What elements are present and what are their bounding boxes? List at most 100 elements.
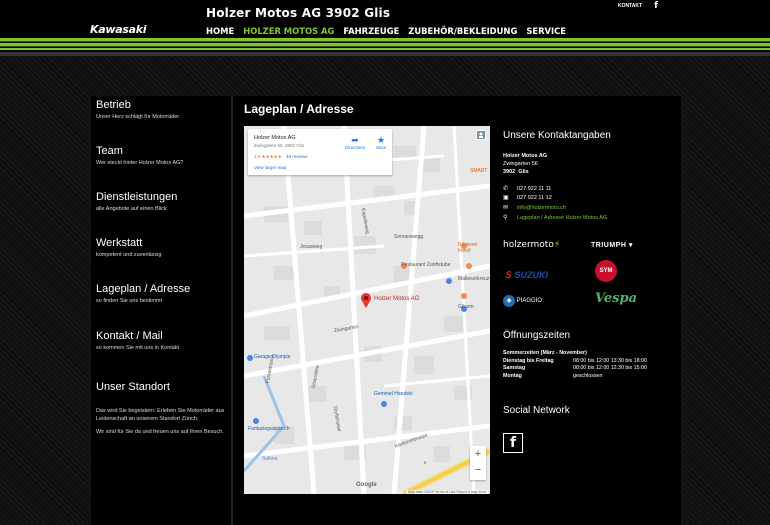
save-label: Save — [375, 145, 387, 150]
brand-suzuki[interactable]: Ｓ SUZUKI — [503, 268, 548, 281]
green-stripes — [0, 38, 770, 52]
hours-row: Montag geschlossen — [503, 373, 647, 381]
save-button[interactable]: ★ Save — [372, 135, 390, 150]
hours-time: geschlossen — [573, 372, 603, 379]
brand-holzermoto[interactable]: holzermoto⚡ — [503, 240, 560, 250]
sidebar-item-betrieb[interactable]: Betrieb Unser Herz schlägt für Motorräde… — [96, 99, 179, 120]
google-map[interactable]: 9 Holzer Motos AG Restaurant Zunftstube … — [244, 126, 490, 494]
sidebar-item-title: Team — [96, 145, 123, 157]
nav-home[interactable]: HOME — [206, 26, 234, 36]
map-label-fantasie: Fantasiegalasie.ch — [248, 426, 290, 432]
sidebar-item-title: Lageplan / Adresse — [96, 283, 191, 295]
email-row: ✉ info@holzermoto.ch — [503, 204, 566, 212]
sidebar-item-sub: Unser Herz schlägt für Motorräder — [96, 114, 180, 120]
top-contact-link[interactable]: KONTAKT — [618, 3, 642, 9]
hours-time: 08:00 bis 12:00 12:30 bis 15:00 — [573, 365, 647, 371]
map-reviews-link[interactable]: 45 reviews — [286, 154, 308, 159]
map-link-row: ⚲ Lageplan / Adresse Holzer Motos AG — [503, 214, 607, 222]
contact-heading: Unsere Kontaktangaben — [503, 130, 611, 141]
hours-time: 08:00 bis 12:00 13:30 bis 18:00 — [573, 357, 647, 364]
person-icon — [477, 131, 485, 139]
map-label-street: Sonnenwegg — [394, 234, 424, 240]
hours-day: Dienstag bis Freitag — [503, 357, 554, 364]
sidebar-item-sub: so kommen Sie mit uns in Kontakt — [96, 345, 180, 351]
company-address: Holzer Motos AG Zwingarten 56 3902 Glis — [503, 152, 547, 176]
brand-triumph[interactable]: TRIUMPH ▾ — [591, 241, 633, 249]
mail-icon: ✉ — [503, 205, 509, 211]
sidebar-item-sub: so finden Sie uns bestimmt — [96, 298, 163, 304]
brand-vespa[interactable]: Vespa — [595, 291, 637, 306]
hours-day: Samstag — [503, 365, 526, 371]
hours-day: Montag — [503, 372, 522, 379]
map-link[interactable]: Lageplan / Adresse Holzer Motos AG — [517, 215, 607, 221]
brand-piaggio[interactable]: ◆ PIAGGIO — [503, 295, 542, 307]
fullscreen-button[interactable] — [476, 130, 486, 140]
lightning-icon: ⚡ — [553, 240, 561, 250]
map-label-malteserkreuz: Malteserkreuz — [458, 276, 490, 282]
opening-hours: Sommerzeiten (März - November) Dienstag … — [503, 350, 647, 380]
map-place-card: Holzer Motos AG Zwingarten 56, 3902 Glis… — [248, 129, 392, 175]
content-panel: Betrieb Unser Herz schlägt für Motorräde… — [91, 96, 681, 525]
view-larger-map-link[interactable]: View larger map — [254, 165, 286, 170]
fax-number: 027 922 11 12 — [517, 194, 552, 201]
header-gray-bar — [0, 52, 770, 56]
sidebar-item-sub: kompetent und zuverlässig — [96, 252, 162, 258]
phone-row: ✆ 027 922 11 11 — [503, 185, 551, 193]
nav-holzer-motos[interactable]: HOLZER MOTOS AG — [243, 26, 334, 36]
map-place-address: Zwingarten 56, 3902 Glis — [254, 143, 305, 148]
hours-heading: Öffnungszeiten — [503, 330, 571, 341]
company-city: 3902 Glis — [503, 168, 547, 176]
map-label-baeckerei: Bäckerei Imhof — [458, 242, 478, 254]
star-icon: ★ — [376, 135, 386, 145]
sidebar-item-sub: alle Angebote auf einen Blick — [96, 206, 167, 212]
nav-service[interactable]: SERVICE — [526, 26, 566, 36]
google-logo: Google — [356, 482, 377, 488]
triumph-badge-icon: ▾ — [628, 242, 633, 249]
phone-number[interactable]: 027 922 11 11 — [517, 186, 551, 192]
sidebar-item-title: Werkstatt — [96, 237, 143, 249]
facebook-icon[interactable]: f — [654, 1, 658, 11]
zoom-in-button[interactable]: + — [470, 446, 486, 462]
map-label-smart: SMART — [470, 168, 488, 174]
brand-piaggio-label: PIAGGIO — [516, 298, 543, 304]
nav-fahrzeuge[interactable]: FAHRZEUGE — [343, 26, 399, 36]
star-icon: ★★★★★ — [261, 154, 282, 159]
directions-icon: ➦ — [351, 135, 359, 145]
map-label-gemmel: Gemmel Handels — [374, 391, 413, 397]
directions-button[interactable]: ➦ Directions — [344, 135, 366, 150]
map-label-gilsom: Glisom — [458, 304, 474, 310]
company-name: Holzer Motos AG — [503, 153, 548, 159]
brand-holzermoto-label: holzermoto — [503, 240, 554, 250]
facebook-icon[interactable]: f — [503, 433, 523, 453]
sidebar-item-title: Dienstleistungen — [96, 191, 178, 203]
sidebar-item-team[interactable]: Team Wer steckt hinter Holzer Motos AG? — [96, 145, 183, 166]
company-zip: 3902 — [503, 169, 516, 175]
directions-label: Directions — [344, 145, 365, 150]
email-link[interactable]: info@holzermoto.ch — [517, 205, 566, 211]
brand-sym[interactable]: SYM — [595, 260, 617, 282]
map-label-street: Jesusweg — [300, 244, 323, 250]
page-title: Lageplan / Adresse — [244, 102, 354, 116]
nav-zubehoer[interactable]: ZUBEHÖR/BEKLEIDUNG — [408, 26, 517, 36]
map-label-river: Saltina — [262, 456, 278, 462]
phone-icon: ✆ — [503, 186, 509, 192]
map-pin-label[interactable]: Holzer Motos AG — [374, 296, 419, 302]
sidebar-item-kontakt[interactable]: Kontakt / Mail so kommen Sie mit uns in … — [96, 330, 179, 351]
company-city-name: Glis — [518, 169, 529, 175]
main-nav: HOME HOLZER MOTOS AG FAHRZEUGE ZUBEHÖR/B… — [206, 26, 575, 36]
map-rating: 4.6 ★★★★★ 45 reviews — [254, 154, 307, 160]
zoom-out-button[interactable]: − — [470, 462, 486, 478]
map-footer[interactable]: Map data ©2019 Terms of Use Report a map… — [406, 490, 488, 494]
sidebar-item-dienstleistungen[interactable]: Dienstleistungen alle Angebote auf einen… — [96, 191, 177, 212]
piaggio-shield-icon: ◆ — [503, 295, 515, 307]
sidebar-item-lageplan[interactable]: Lageplan / Adresse so finden Sie uns bes… — [96, 283, 190, 304]
fax-row: ▣ 027 922 11 12 — [503, 194, 552, 202]
hours-season: Sommerzeiten (März - November) — [503, 350, 587, 356]
kawasaki-logo[interactable]: Kawasaki — [90, 23, 147, 36]
top-links: KONTAKT f — [618, 1, 658, 11]
zoom-control: + − — [470, 446, 486, 480]
brand-suzuki-label: SUZUKI — [514, 270, 549, 280]
sidebar-item-werkstatt[interactable]: Werkstatt kompetent und zuverlässig — [96, 237, 161, 258]
map-label-restaurant: Restaurant Zunftstube — [401, 262, 451, 268]
site-header: Kawasaki Holzer Motos AG 3902 Glis KONTA… — [0, 0, 770, 56]
